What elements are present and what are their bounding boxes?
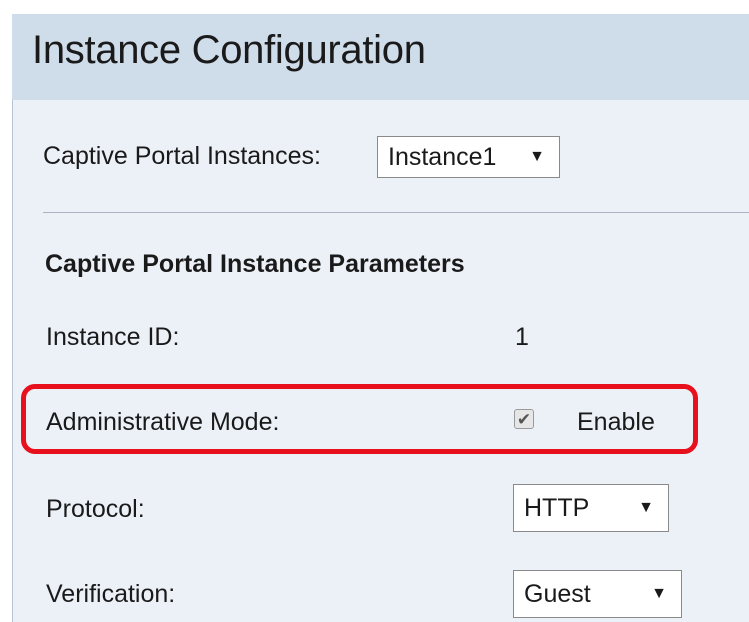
verification-label: Verification: [46, 580, 176, 608]
instance-id-label: Instance ID: [46, 323, 180, 351]
config-panel: Captive Portal Instances: Instance1 ▼ Ca… [12, 100, 749, 622]
verification-select[interactable]: Guest ▼ [513, 570, 682, 618]
admin-mode-checkbox[interactable]: ✔ [514, 409, 534, 429]
page-title: Instance Configuration [32, 28, 426, 72]
caret-down-icon: ▼ [651, 585, 667, 602]
instances-label: Captive Portal Instances: [43, 142, 321, 170]
section-title: Captive Portal Instance Parameters [45, 250, 465, 278]
instances-select[interactable]: Instance1 ▼ [377, 136, 560, 178]
page-header: Instance Configuration [12, 14, 749, 100]
admin-mode-label: Administrative Mode: [46, 408, 280, 436]
admin-mode-enable-label: Enable [577, 408, 655, 436]
divider [43, 212, 749, 213]
checkmark-icon: ✔ [516, 409, 532, 429]
protocol-select[interactable]: HTTP ▼ [513, 484, 669, 532]
instances-select-value: Instance1 [388, 142, 497, 171]
protocol-label: Protocol: [46, 495, 145, 523]
verification-select-value: Guest [524, 579, 591, 608]
caret-down-icon: ▼ [638, 499, 654, 516]
instance-id-value: 1 [515, 323, 529, 351]
caret-down-icon: ▼ [529, 148, 545, 165]
protocol-select-value: HTTP [524, 493, 590, 522]
